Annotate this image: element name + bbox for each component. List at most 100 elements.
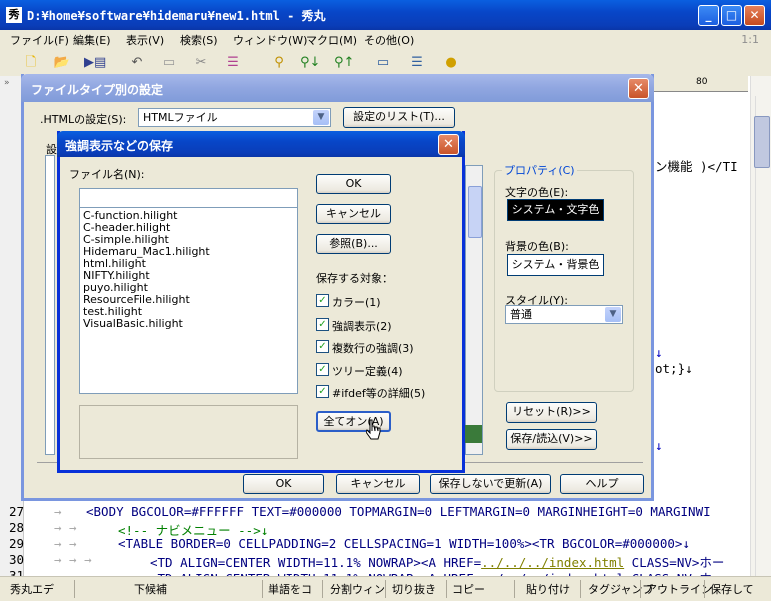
status-cell[interactable]: 切り抜き <box>392 581 436 597</box>
chevron-down-icon[interactable]: ▼ <box>605 307 621 322</box>
save-icon[interactable]: ▶▤ <box>84 54 106 72</box>
menu-bar: ファイル(F) 編集(E) 表示(V) 検索(S) ウィンドウ(W) マクロ(M… <box>0 30 771 50</box>
scrollbar-thumb[interactable] <box>754 116 770 168</box>
save-dialog-title-bar: 強調表示などの保存 ✕ <box>57 131 465 157</box>
filetype-help-button[interactable]: ヘルプ <box>560 474 644 494</box>
check-ifdef-label[interactable]: #ifdef等の詳細(5) <box>332 385 425 401</box>
ruler-mark: 80 <box>696 77 708 87</box>
check-multiline[interactable]: ✓ <box>316 340 329 353</box>
filename-input[interactable] <box>79 188 298 208</box>
paste-icon[interactable]: ☰ <box>224 54 242 72</box>
split-window-icon[interactable]: ☰ <box>408 54 426 72</box>
partial-line-4: ↓ <box>655 438 663 453</box>
window-title: D:¥home¥software¥hidemaru¥new1.html - 秀丸 <box>27 9 326 23</box>
settings-tree[interactable] <box>45 155 55 455</box>
line-number: 31 <box>8 568 24 576</box>
preview-panel <box>79 405 298 459</box>
filename-label: ファイル名(N): <box>69 168 145 181</box>
menu-file[interactable]: ファイル(F) <box>10 32 69 48</box>
close-button[interactable]: ✕ <box>744 5 765 26</box>
status-cell[interactable]: 単語をコ <box>268 581 312 597</box>
save-dialog-close-button[interactable]: ✕ <box>438 134 459 155</box>
search-icon[interactable]: ⚲ <box>270 54 288 72</box>
search-up-icon[interactable]: ⚲↑ <box>334 54 354 72</box>
html-setting-label: .HTMLの設定(S): <box>40 113 127 126</box>
cursor-position: 1:1 <box>741 33 759 46</box>
settings-tree-scrollbar[interactable] <box>465 165 483 455</box>
status-bar: 秀丸エデ 下候補 単語をコ 分割ウィン 切り抜き コピー 貼り付け タグジャンプ… <box>0 576 771 601</box>
help-icon[interactable]: ● <box>442 54 460 72</box>
main-title-bar: 秀 D:¥home¥software¥hidemaru¥new1.html - … <box>0 0 771 30</box>
new-file-icon[interactable]: 🗋 <box>22 54 40 72</box>
maximize-button[interactable]: □ <box>721 5 742 26</box>
filetype-dialog-title: ファイルタイプ別の設定 <box>31 83 164 97</box>
check-tree-label[interactable]: ツリー定義(4) <box>332 363 403 379</box>
code-text: <TD ALIGN=CENTER WIDTH=11.1% NOWRAP><A H… <box>150 568 724 576</box>
partial-line-1: ン機能 )</TI <box>655 159 738 174</box>
check-color-label[interactable]: カラー(1) <box>332 294 381 310</box>
copy-icon[interactable]: ▭ <box>160 54 178 72</box>
menu-edit[interactable]: 編集(E) <box>73 32 111 48</box>
minimize-button[interactable]: _ <box>698 5 719 26</box>
style-combo[interactable]: 普通 ▼ <box>505 305 623 324</box>
menu-other[interactable]: その他(O) <box>364 32 414 48</box>
status-cell[interactable]: タグジャンプ <box>588 581 653 597</box>
save-targets-label: 保存する対象： <box>316 272 393 285</box>
tab-marker: → <box>54 504 62 519</box>
file-list[interactable]: C-function.hilight C-header.hilight C-si… <box>79 207 298 394</box>
style-value: 普通 <box>510 308 532 321</box>
chevron-down-icon[interactable]: ▼ <box>313 110 329 125</box>
status-cell[interactable]: 貼り付け <box>526 581 570 597</box>
settings-list-button[interactable]: 設定のリスト(T)... <box>343 107 455 128</box>
tab-marker: → → <box>54 520 77 535</box>
filetype-ok-button[interactable]: OK <box>243 474 324 494</box>
save-ok-button[interactable]: OK <box>316 174 391 194</box>
html-setting-combo[interactable]: HTMLファイル ▼ <box>138 108 331 127</box>
menu-search[interactable]: 検索(S) <box>180 32 218 48</box>
update-without-save-button[interactable]: 保存しないで更新(A) <box>430 474 551 494</box>
check-tree[interactable]: ✓ <box>316 363 329 376</box>
reset-button[interactable]: リセット(R)>> <box>506 402 597 423</box>
fold-marker: » <box>4 78 10 88</box>
bg-color-label: 背景の色(B): <box>505 240 569 253</box>
partial-line-2: ↓ <box>655 345 663 360</box>
hidemaru-app-icon[interactable]: 秀 <box>6 7 22 23</box>
search-down-icon[interactable]: ⚲↓ <box>300 54 320 72</box>
menu-macro[interactable]: マクロ(M) <box>306 32 357 48</box>
browse-button[interactable]: 参照(B)... <box>316 234 391 254</box>
check-highlight-label[interactable]: 強調表示(2) <box>332 318 392 334</box>
status-cell[interactable]: アウトライン <box>646 581 712 597</box>
toolbar: 🗋 📂 ▶▤ ↶ ▭ ✂ ☰ ⚲ ⚲↓ ⚲↑ ▭ ☰ ● <box>0 50 771 76</box>
tab-marker: → → → <box>54 552 92 567</box>
menu-view[interactable]: 表示(V) <box>126 32 164 48</box>
check-highlight[interactable]: ✓ <box>316 318 329 331</box>
status-cell[interactable]: 分割ウィン <box>330 581 385 597</box>
mouse-cursor-icon <box>366 419 381 440</box>
line-number: 27 <box>8 504 24 519</box>
menu-window[interactable]: ウィンドウ(W) <box>233 32 307 48</box>
fg-color-button[interactable]: システム・文字色 <box>507 199 604 221</box>
check-color[interactable]: ✓ <box>316 294 329 307</box>
status-cell[interactable]: 保存して <box>710 581 754 597</box>
cut-icon[interactable]: ✂ <box>192 54 210 72</box>
grep-icon[interactable]: ▭ <box>374 54 392 72</box>
status-cell[interactable]: 秀丸エデ <box>10 581 54 597</box>
bg-color-button[interactable]: システム・背景色 <box>507 254 604 276</box>
html-setting-value: HTMLファイル <box>143 111 218 124</box>
status-cell[interactable]: 下候補 <box>134 581 167 597</box>
check-multiline-label[interactable]: 複数行の強調(3) <box>332 340 414 356</box>
filetype-dialog-close-button[interactable]: ✕ <box>628 78 649 99</box>
vertical-scrollbar[interactable] <box>750 76 771 576</box>
undo-icon[interactable]: ↶ <box>128 54 146 72</box>
line-number: 29 <box>8 536 24 551</box>
save-cancel-button[interactable]: キャンセル <box>316 204 391 224</box>
status-cell[interactable]: コピー <box>452 581 485 597</box>
partial-line-3: ot;}↓ <box>655 361 693 376</box>
file-list-item[interactable]: VisualBasic.hilight <box>83 318 183 330</box>
code-text: <TABLE BORDER=0 CELLPADDING=2 CELLSPACIN… <box>118 536 690 551</box>
open-folder-icon[interactable]: 📂 <box>53 54 71 72</box>
save-load-button[interactable]: 保存/読込(V)>> <box>506 429 597 450</box>
check-ifdef[interactable]: ✓ <box>316 385 329 398</box>
filetype-cancel-button[interactable]: キャンセル <box>336 474 420 494</box>
code-text: <BODY BGCOLOR=#FFFFFF TEXT=#000000 TOPMA… <box>86 504 711 519</box>
